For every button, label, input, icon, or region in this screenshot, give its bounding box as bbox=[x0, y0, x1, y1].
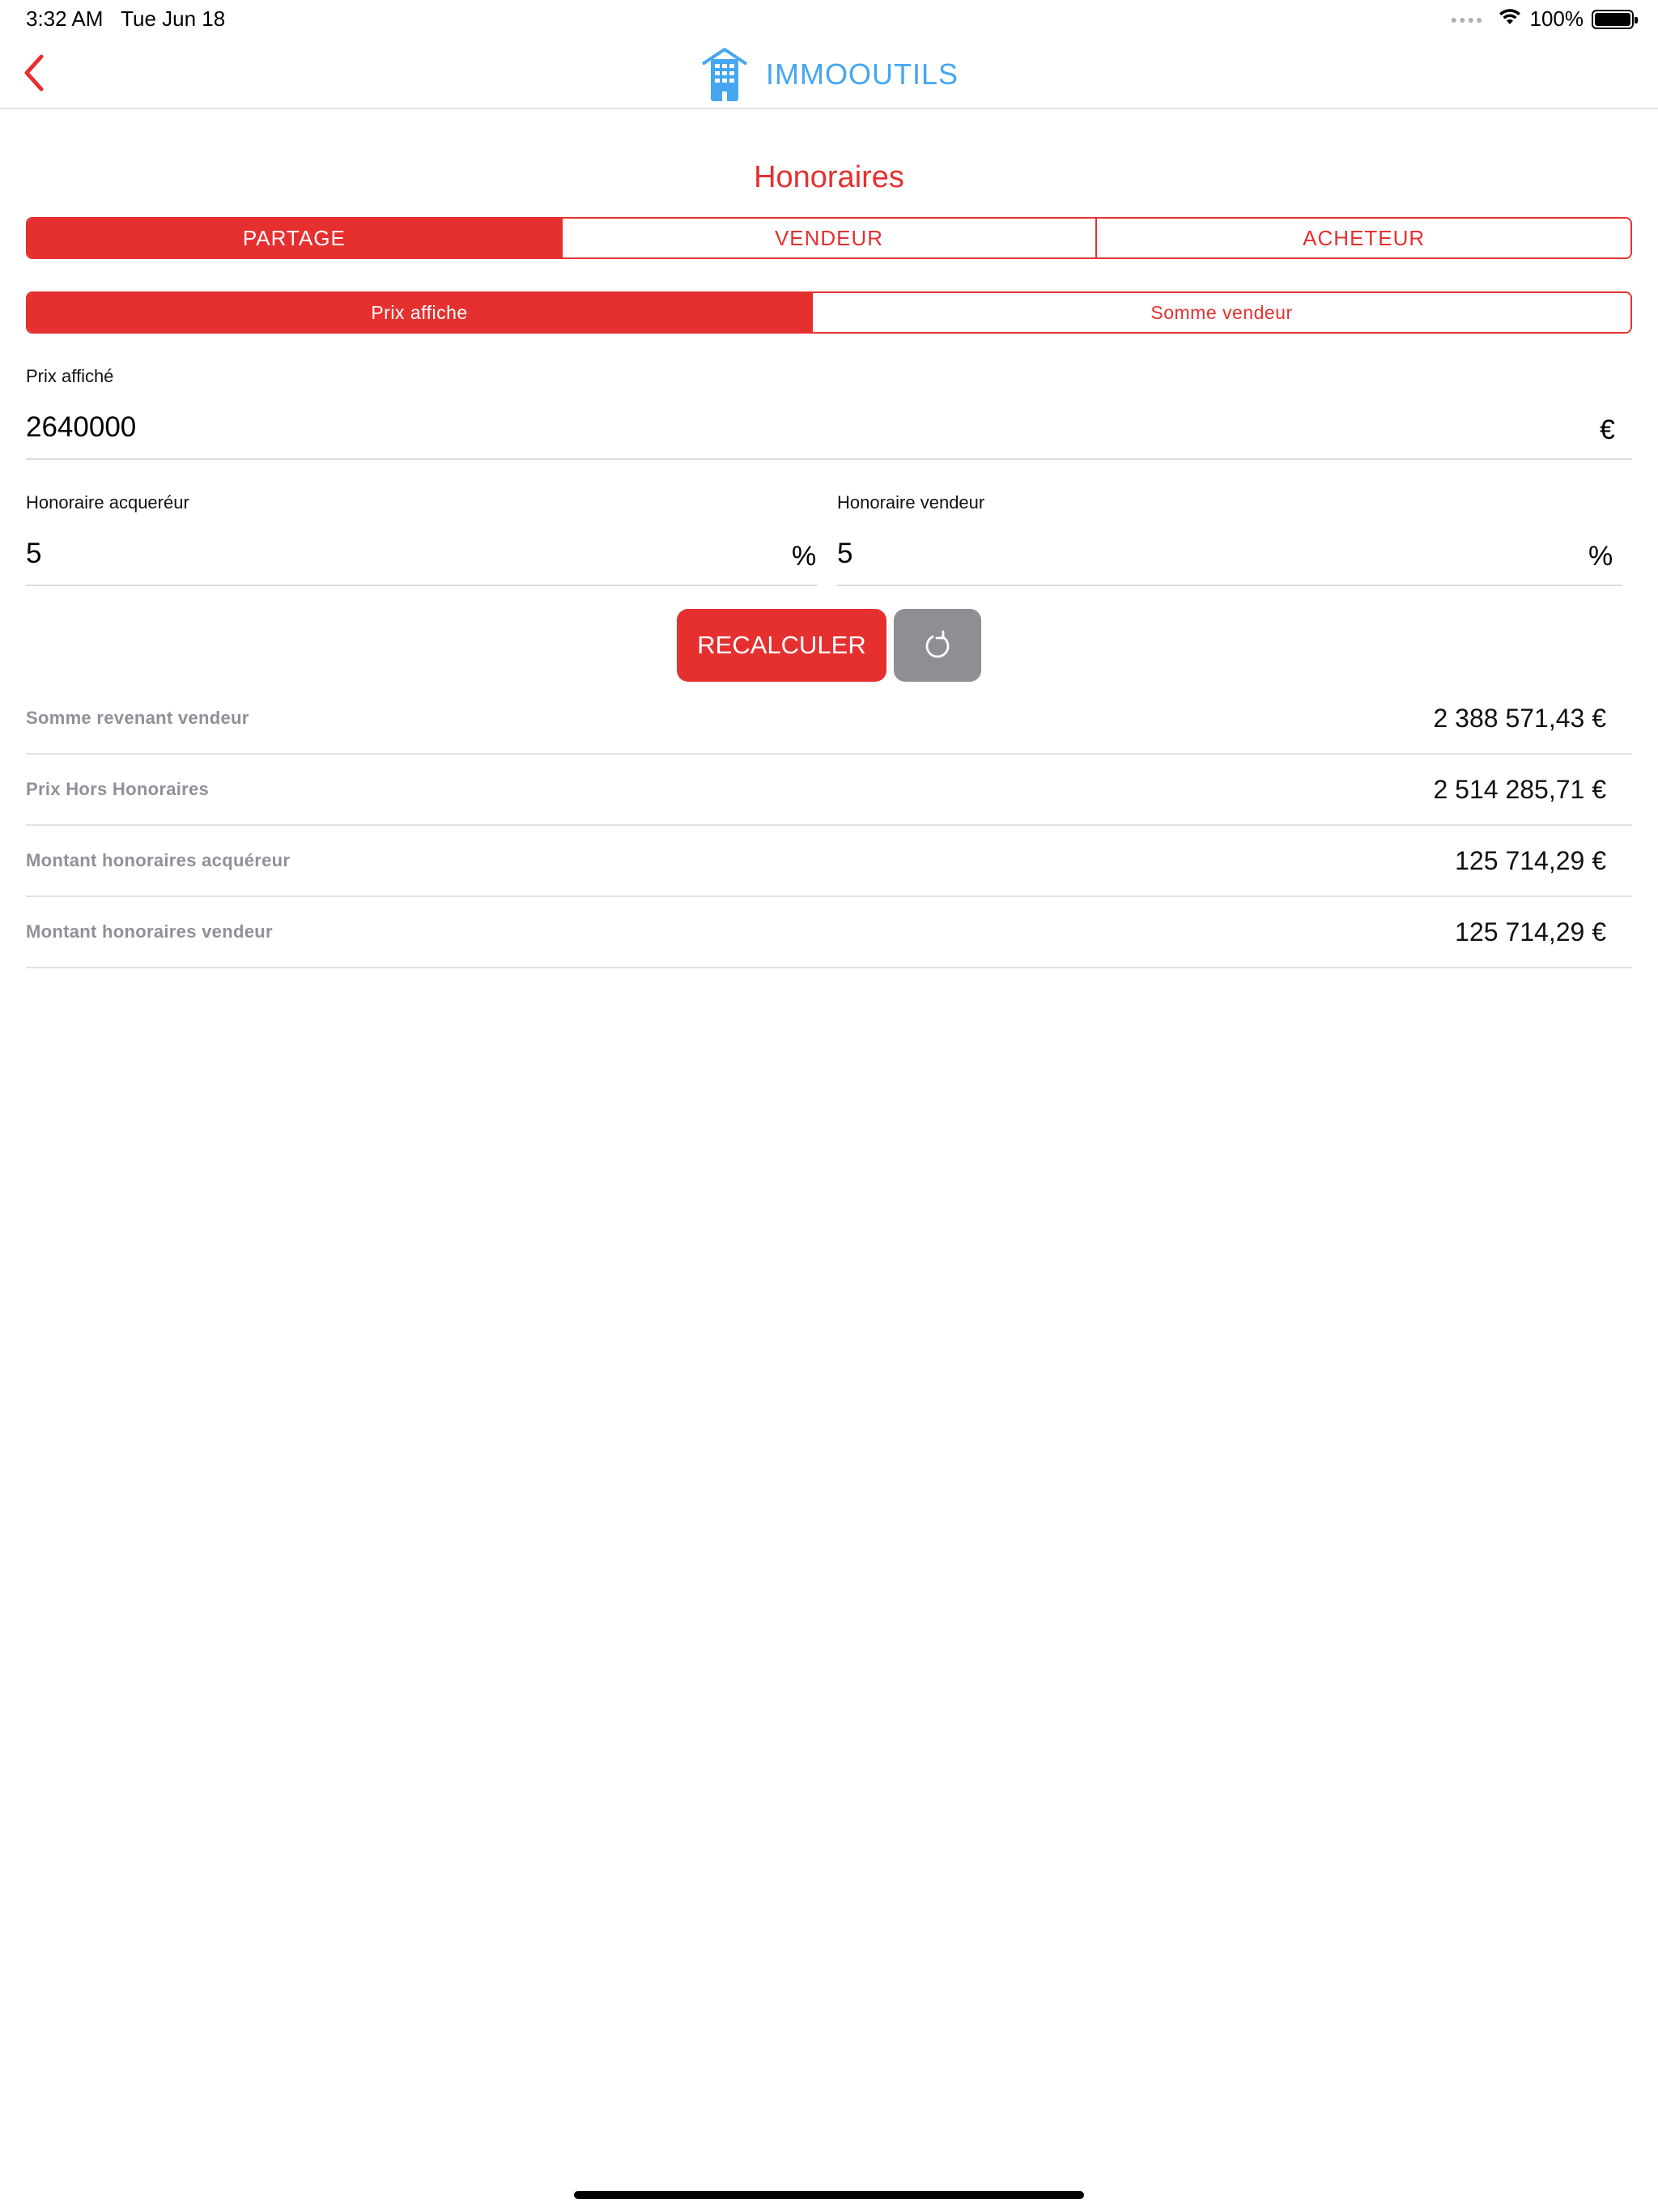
price-type-segmented-control: Prix affiche Somme vendeur bbox=[26, 291, 1632, 334]
honoraire-acquereur-underline bbox=[26, 585, 818, 586]
app-name: IMMOOUTILS bbox=[766, 57, 959, 91]
status-bar: 3:32 AM Tue Jun 18 ●●●● 100% bbox=[0, 0, 1658, 39]
result-value: 2 514 285,71 € bbox=[1433, 774, 1606, 804]
result-label: Montant honoraires acquéreur bbox=[26, 850, 291, 870]
results-list: Somme revenant vendeur 2 388 571,43 € Pr… bbox=[26, 683, 1632, 968]
tab-acheteur[interactable]: ACHETEUR bbox=[1095, 219, 1630, 257]
acquereur-percent-unit: % bbox=[792, 541, 817, 572]
honoraire-vendeur-input[interactable]: 5 bbox=[837, 538, 852, 570]
home-indicator[interactable] bbox=[574, 2191, 1084, 2199]
prix-affiche-input[interactable]: 2640000 bbox=[26, 411, 136, 444]
honoraire-vendeur-underline bbox=[837, 585, 1622, 586]
prix-affiche-label: Prix affiché bbox=[26, 366, 114, 386]
result-label: Somme revenant vendeur bbox=[26, 708, 249, 728]
building-icon bbox=[701, 47, 748, 101]
result-row: Montant honoraires vendeur 125 714,29 € bbox=[26, 897, 1632, 968]
honoraire-acquereur-input[interactable]: 5 bbox=[26, 538, 41, 570]
reset-button[interactable] bbox=[894, 609, 981, 682]
result-label: Montant honoraires vendeur bbox=[26, 921, 273, 942]
honoraire-vendeur-label: Honoraire vendeur bbox=[837, 492, 985, 513]
euro-unit: € bbox=[1600, 415, 1615, 445]
status-date-text: Tue Jun 18 bbox=[121, 6, 226, 31]
status-indicators: ●●●● 100% bbox=[1450, 6, 1638, 32]
battery-icon bbox=[1592, 9, 1638, 29]
mode-segmented-control: PARTAGE VENDEUR ACHETEUR bbox=[26, 217, 1632, 259]
battery-percent: 100% bbox=[1529, 6, 1584, 31]
tab-vendeur[interactable]: VENDEUR bbox=[560, 219, 1096, 257]
status-time-text: 3:32 AM bbox=[26, 6, 104, 31]
page-title: Honoraires bbox=[754, 160, 904, 194]
refresh-icon bbox=[925, 630, 950, 658]
result-row: Prix Hors Honoraires 2 514 285,71 € bbox=[26, 755, 1632, 826]
result-row: Somme revenant vendeur 2 388 571,43 € bbox=[26, 683, 1632, 755]
tab-somme-vendeur[interactable]: Somme vendeur bbox=[811, 293, 1630, 332]
status-time: 3:32 AM Tue Jun 18 bbox=[26, 6, 225, 32]
back-button[interactable] bbox=[11, 49, 57, 97]
recalculer-button[interactable]: RECALCULER bbox=[677, 609, 886, 682]
vendeur-percent-unit: % bbox=[1588, 541, 1613, 572]
cellular-signal-icon: ●●●● bbox=[1450, 12, 1485, 26]
tab-prix-affiche[interactable]: Prix affiche bbox=[28, 293, 811, 332]
tab-partage[interactable]: PARTAGE bbox=[28, 219, 561, 257]
result-value: 2 388 571,43 € bbox=[1433, 703, 1606, 733]
chevron-left-icon bbox=[24, 54, 44, 91]
wifi-icon bbox=[1498, 6, 1522, 32]
honoraire-acquereur-label: Honoraire acqueréur bbox=[26, 492, 189, 513]
app-brand: IMMOOUTILS bbox=[699, 39, 959, 109]
result-value: 125 714,29 € bbox=[1455, 917, 1606, 946]
result-value: 125 714,29 € bbox=[1455, 845, 1606, 875]
result-label: Prix Hors Honoraires bbox=[26, 779, 210, 799]
result-row: Montant honoraires acquéreur 125 714,29 … bbox=[26, 826, 1632, 897]
navigation-bar: IMMOOUTILS bbox=[0, 39, 1658, 109]
prix-affiche-underline bbox=[26, 458, 1632, 460]
